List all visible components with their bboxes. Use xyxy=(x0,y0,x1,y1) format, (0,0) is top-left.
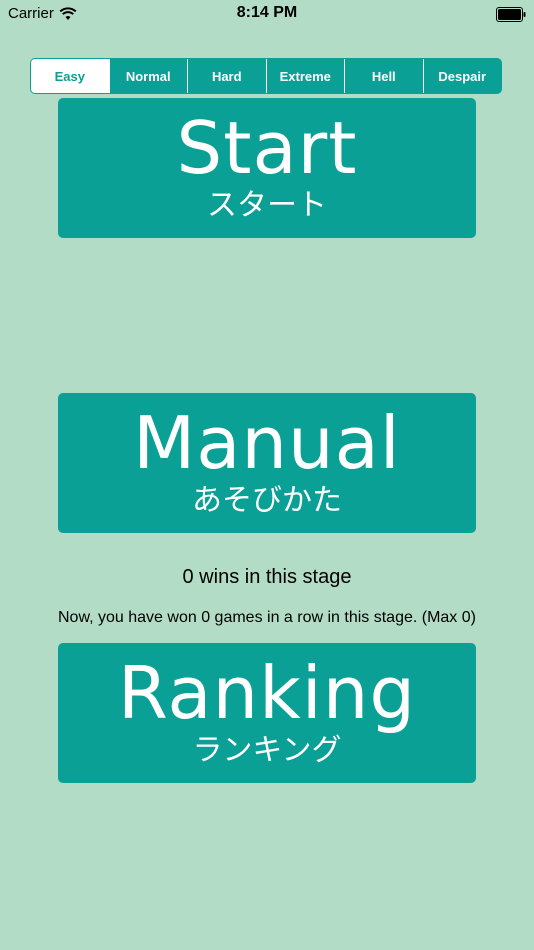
manual-button[interactable]: Manual あそびかた xyxy=(58,393,476,533)
manual-sublabel: あそびかた xyxy=(192,483,342,518)
start-sublabel: スタート xyxy=(207,188,327,223)
status-bar: Carrier 8:14 PM xyxy=(0,0,534,30)
manual-label: Manual xyxy=(133,401,401,485)
difficulty-easy[interactable]: Easy xyxy=(31,59,109,93)
ranking-button[interactable]: Ranking ランキング xyxy=(58,643,476,783)
battery-icon xyxy=(496,7,526,22)
start-button[interactable]: Start スタート xyxy=(58,98,476,238)
difficulty-selector[interactable]: Easy Normal Hard Extreme Hell Despair xyxy=(30,58,502,94)
start-label: Start xyxy=(176,106,358,190)
clock: 8:14 PM xyxy=(236,4,298,21)
difficulty-extreme[interactable]: Extreme xyxy=(265,59,345,93)
difficulty-hell[interactable]: Hell xyxy=(344,59,423,93)
win-streak: Now, you have won 0 games in a row in th… xyxy=(58,609,476,626)
ranking-label: Ranking xyxy=(117,651,417,735)
wins-count: 0 wins in this stage xyxy=(182,566,352,588)
ranking-sublabel: ランキング xyxy=(192,733,342,768)
difficulty-hard[interactable]: Hard xyxy=(187,59,266,93)
difficulty-despair[interactable]: Despair xyxy=(422,59,502,93)
difficulty-normal[interactable]: Normal xyxy=(108,59,188,93)
